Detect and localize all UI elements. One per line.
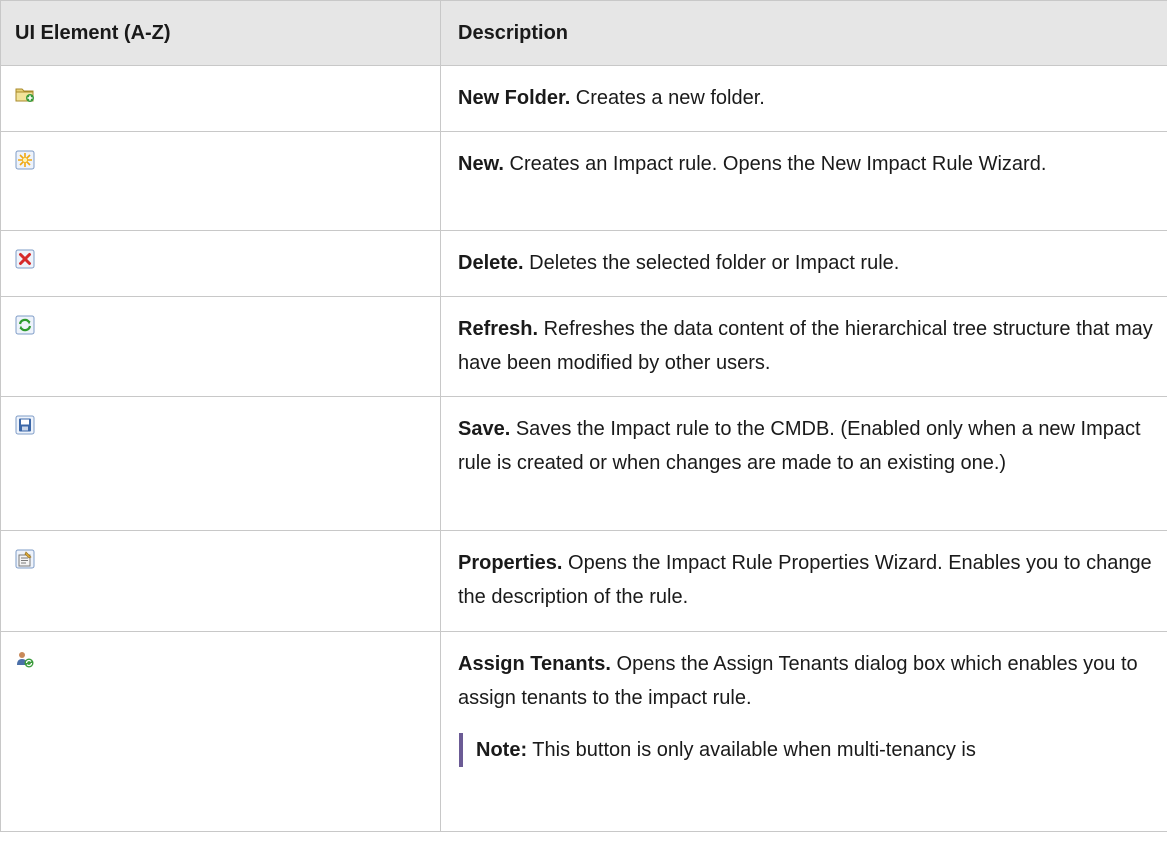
icon-cell [0,396,441,531]
description-text: Refreshes the data content of the hierar… [458,318,1153,374]
table-header-row: UI Element (A-Z) Description [0,0,1167,66]
description-cell: Refresh. Refreshes the data content of t… [440,296,1167,397]
term: Properties. [458,552,563,574]
description-text: Opens the Impact Rule Properties Wizard.… [458,552,1152,608]
table-row: New Folder. Creates a new folder. [0,65,1167,132]
table-row: New. Creates an Impact rule. Opens the N… [0,131,1167,231]
column-header-description: Description [440,0,1167,66]
term: Refresh. [458,318,539,340]
term: New. [458,153,504,175]
note-text: This button is only available when multi… [527,739,976,761]
new-folder-icon [15,88,34,102]
icon-cell [0,631,441,832]
term: New Folder. [458,87,571,109]
icon-cell [0,65,441,132]
properties-icon [15,549,35,569]
icon-cell [0,131,441,231]
table-row: Assign Tenants. Opens the Assign Tenants… [0,631,1167,832]
description-text: Creates an Impact rule. Opens the New Im… [503,153,1047,175]
description-text: Saves the Impact rule to the CMDB. (Enab… [458,418,1141,474]
description-text: Deletes the selected folder or Impact ru… [523,252,900,274]
description-cell: Save. Saves the Impact rule to the CMDB.… [440,396,1167,531]
table-row: Save. Saves the Impact rule to the CMDB.… [0,396,1167,531]
table-row: Delete. Deletes the selected folder or I… [0,230,1167,297]
description-cell: Properties. Opens the Impact Rule Proper… [440,530,1167,632]
note-block: Note: This button is only available when… [459,733,1153,767]
delete-icon [15,249,35,269]
new-icon [15,150,35,170]
description-cell: New Folder. Creates a new folder. [440,65,1167,132]
assign-tenants-icon [17,652,34,668]
ui-elements-table: UI Element (A-Z) Description New Folder.… [0,0,1167,832]
note-label: Note: [476,739,528,761]
table-row: Properties. Opens the Impact Rule Proper… [0,530,1167,632]
description-text: Creates a new folder. [570,87,765,109]
term: Assign Tenants. [458,653,611,675]
icon-cell [0,530,441,632]
description-cell: New. Creates an Impact rule. Opens the N… [440,131,1167,231]
column-header-ui-element: UI Element (A-Z) [0,0,441,66]
icon-cell [0,296,441,397]
term: Delete. [458,252,524,274]
description-cell: Delete. Deletes the selected folder or I… [440,230,1167,297]
save-icon [15,415,35,435]
description-cell: Assign Tenants. Opens the Assign Tenants… [440,631,1167,832]
refresh-icon [15,315,35,335]
table-row: Refresh. Refreshes the data content of t… [0,296,1167,397]
icon-cell [0,230,441,297]
term: Save. [458,418,511,440]
